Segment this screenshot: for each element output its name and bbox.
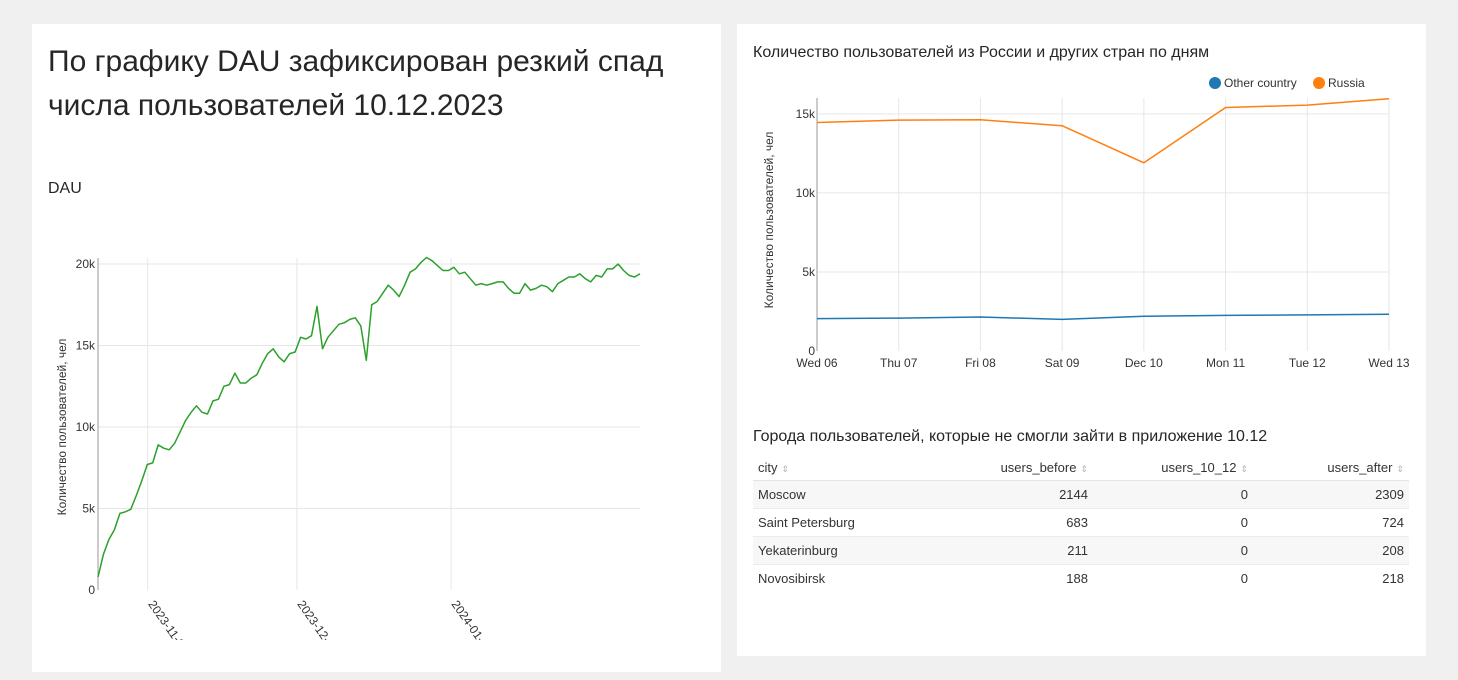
country-card: Количество пользователей из России и дру… bbox=[737, 24, 1426, 656]
dau-chart-title: DAU bbox=[48, 180, 82, 197]
x-tick-label: Tue 12 bbox=[1289, 356, 1326, 370]
cities-table-title: Города пользователей, которые не смогли … bbox=[753, 428, 1268, 445]
legend-item[interactable]: Other country bbox=[1209, 76, 1297, 90]
legend-item[interactable]: Russia bbox=[1313, 76, 1365, 90]
x-tick-label: Wed 13 bbox=[1368, 356, 1409, 370]
cell-city: Yekaterinburg bbox=[753, 536, 953, 565]
y-tick-label: 10k bbox=[76, 420, 96, 434]
table-row: Novosibirsk 188 0 218 bbox=[753, 564, 1409, 592]
y-axis-label: Количество пользователей, чел bbox=[55, 339, 69, 516]
legend-dot bbox=[1313, 77, 1325, 89]
cell-users-10-12: 0 bbox=[1093, 480, 1253, 509]
cell-users-before: 2144 bbox=[953, 480, 1093, 509]
cell-users-10-12: 0 bbox=[1093, 508, 1253, 537]
cell-users-before: 188 bbox=[953, 564, 1093, 592]
y-tick-label: 5k bbox=[802, 265, 816, 279]
column-header-users-before[interactable]: users_before ⇕ bbox=[953, 454, 1093, 481]
legend-label: Other country bbox=[1224, 76, 1297, 90]
sort-icon[interactable]: ⇕ bbox=[1240, 464, 1248, 474]
legend-dot bbox=[1209, 77, 1221, 89]
y-axis-label: Количество пользователей, чел bbox=[762, 132, 776, 309]
x-tick-label: 2023-11-01 bbox=[145, 598, 191, 640]
dau-series-line bbox=[97, 256, 641, 578]
x-tick-label: Sat 09 bbox=[1045, 356, 1080, 370]
series-line-0 bbox=[816, 313, 1390, 321]
table-header-row: city ⇕ users_before ⇕ users_10_12 ⇕ users_a… bbox=[753, 454, 1409, 481]
page-headline: По графику DAU зафиксирован резкий спад … bbox=[48, 45, 664, 122]
cell-city: Saint Petersburg bbox=[753, 508, 953, 537]
column-header-users-after[interactable]: users_after ⇕ bbox=[1253, 454, 1409, 481]
table-row: Saint Petersburg 683 0 724 bbox=[753, 508, 1409, 537]
country-chart-title: Количество пользователей из России и дру… bbox=[753, 44, 1210, 61]
cell-users-after: 218 bbox=[1253, 564, 1409, 592]
x-tick-label: Dec 10 bbox=[1125, 356, 1163, 370]
x-tick-label: 2024-01-01 bbox=[449, 598, 496, 640]
cell-users-after: 2309 bbox=[1253, 480, 1409, 509]
series-line-1 bbox=[816, 98, 1390, 164]
column-header-city[interactable]: city ⇕ bbox=[753, 454, 953, 481]
dau-card: По графику DAU зафиксирован резкий спад … bbox=[32, 24, 721, 672]
cell-users-after: 208 bbox=[1253, 536, 1409, 565]
cell-city: Moscow bbox=[753, 480, 953, 509]
dau-chart: 0 5k 10k 15k 20k 2023-11-01 2023-12-01 2024-01-… bbox=[55, 256, 641, 640]
x-tick-label: 2023-12-01 bbox=[294, 598, 341, 640]
y-tick-label: 15k bbox=[76, 339, 96, 353]
column-header-users-10-12[interactable]: users_10_12 ⇕ bbox=[1093, 454, 1253, 481]
x-tick-label: Mon 11 bbox=[1206, 356, 1245, 370]
x-tick-label: Thu 07 bbox=[880, 356, 918, 370]
country-chart: 05k10k15kWed 06 Thu 07 Fri 08 Sat 09 Dec 10 M… bbox=[762, 76, 1410, 370]
table-row: Yekaterinburg 211 0 208 bbox=[753, 536, 1409, 565]
table-row: Moscow 2144 0 2309 bbox=[753, 480, 1409, 509]
y-tick-label: 0 bbox=[88, 583, 95, 597]
cities-table: city ⇕ users_before ⇕ users_10_12 ⇕ users_a… bbox=[753, 454, 1409, 592]
sort-icon[interactable]: ⇕ bbox=[782, 464, 790, 474]
sort-icon[interactable]: ⇕ bbox=[1080, 464, 1088, 474]
cell-city: Novosibirsk bbox=[753, 564, 953, 592]
y-tick-label: 15k bbox=[796, 107, 816, 121]
y-tick-label: 5k bbox=[82, 502, 96, 516]
cell-users-10-12: 0 bbox=[1093, 564, 1253, 592]
cell-users-before: 683 bbox=[953, 508, 1093, 537]
y-tick-label: 20k bbox=[76, 257, 96, 271]
legend-label: Russia bbox=[1328, 76, 1365, 90]
x-tick-label: Wed 06 bbox=[796, 356, 837, 370]
sort-icon[interactable]: ⇕ bbox=[1396, 464, 1404, 474]
cell-users-before: 211 bbox=[953, 536, 1093, 565]
cell-users-10-12: 0 bbox=[1093, 536, 1253, 565]
y-tick-label: 10k bbox=[796, 186, 816, 200]
cell-users-after: 724 bbox=[1253, 508, 1409, 537]
x-tick-label: Fri 08 bbox=[965, 356, 996, 370]
